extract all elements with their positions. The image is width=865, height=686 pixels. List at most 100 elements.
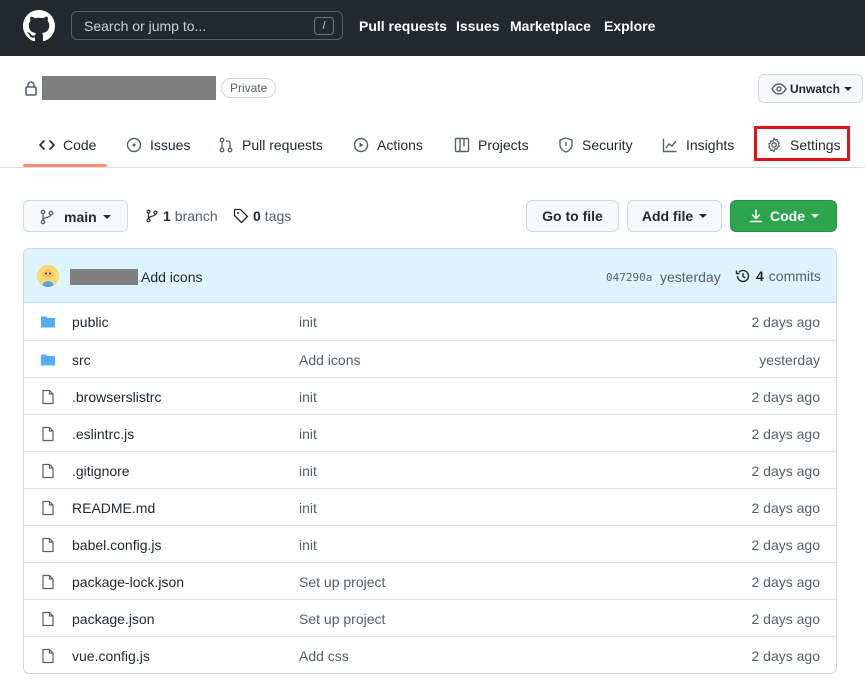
tag-count: 0 bbox=[253, 208, 261, 224]
file-browser: Add icons 047290a yesterday 4 commits pu… bbox=[23, 248, 837, 674]
file-name[interactable]: .gitignore bbox=[72, 463, 130, 479]
file-name[interactable]: package.json bbox=[72, 611, 155, 627]
avatar[interactable] bbox=[37, 265, 59, 287]
tab-issues[interactable]: Issues bbox=[126, 122, 190, 168]
file-commit-message[interactable]: init bbox=[299, 389, 317, 405]
tab-label: Projects bbox=[478, 137, 529, 153]
chevron-down-icon bbox=[811, 214, 819, 218]
file-age: 2 days ago bbox=[751, 500, 821, 516]
file-row[interactable]: README.md init 2 days ago bbox=[24, 488, 836, 525]
file-row[interactable]: package.json Set up project 2 days ago bbox=[24, 599, 836, 636]
file-row[interactable]: package-lock.json Set up project 2 days ag… bbox=[24, 562, 836, 599]
file-commit-message[interactable]: Add css bbox=[299, 648, 349, 664]
unwatch-label: Unwatch bbox=[790, 82, 841, 96]
selected-tab-indicator bbox=[23, 164, 107, 167]
code-download-button[interactable]: Code bbox=[730, 200, 837, 232]
github-logo-icon[interactable] bbox=[23, 10, 55, 42]
search-input[interactable]: Search or jump to... / bbox=[71, 11, 343, 40]
file-row[interactable]: .eslintrc.js init 2 days ago bbox=[24, 414, 836, 451]
commit-message[interactable]: Add icons bbox=[141, 269, 202, 285]
file-age: 2 days ago bbox=[751, 314, 821, 330]
nav-pull-requests[interactable]: Pull requests bbox=[359, 18, 447, 34]
file-name[interactable]: package-lock.json bbox=[72, 574, 184, 590]
latest-commit-bar: Add icons 047290a yesterday 4 commits bbox=[24, 249, 836, 303]
file-commit-message[interactable]: init bbox=[299, 426, 317, 442]
folder-icon bbox=[41, 354, 55, 366]
tags-link[interactable]: 0 tags bbox=[233, 208, 291, 224]
file-icon bbox=[42, 648, 54, 664]
file-name[interactable]: README.md bbox=[72, 500, 155, 516]
file-icon bbox=[42, 611, 54, 627]
nav-marketplace[interactable]: Marketplace bbox=[510, 18, 591, 34]
git-pull-request-icon bbox=[219, 137, 233, 153]
git-branch-icon bbox=[40, 209, 54, 225]
file-commit-message[interactable]: init bbox=[299, 500, 317, 516]
go-to-file-label: Go to file bbox=[542, 208, 603, 224]
code-button-label: Code bbox=[770, 208, 805, 224]
file-age: 2 days ago bbox=[751, 389, 821, 405]
file-name[interactable]: public bbox=[72, 314, 109, 330]
avatar-image bbox=[37, 265, 59, 287]
tag-icon bbox=[233, 208, 249, 224]
branches-link[interactable]: 1 branch bbox=[145, 208, 218, 224]
history-icon bbox=[735, 269, 750, 283]
file-name[interactable]: vue.config.js bbox=[72, 648, 150, 664]
code-icon bbox=[39, 140, 55, 150]
file-commit-message[interactable]: init bbox=[299, 537, 317, 553]
tab-label: Security bbox=[582, 137, 633, 153]
table-icon bbox=[454, 137, 470, 153]
tab-pull-requests[interactable]: Pull requests bbox=[218, 122, 323, 168]
tag-word: tags bbox=[264, 208, 292, 224]
tab-insights[interactable]: Insights bbox=[662, 122, 734, 168]
file-age: 2 days ago bbox=[751, 537, 821, 553]
file-commit-message[interactable]: Add icons bbox=[299, 352, 360, 368]
tab-label: Issues bbox=[150, 137, 191, 153]
file-row[interactable]: .browserslistrc init 2 days ago bbox=[24, 377, 836, 414]
tab-actions[interactable]: Actions bbox=[353, 122, 423, 168]
file-name[interactable]: .browserslistrc bbox=[72, 389, 161, 405]
repo-name-redacted[interactable] bbox=[42, 76, 216, 100]
file-commit-message[interactable]: Set up project bbox=[299, 611, 385, 627]
file-name[interactable]: .eslintrc.js bbox=[72, 426, 134, 442]
commit-sha[interactable]: 047290a bbox=[606, 271, 652, 284]
file-age: 2 days ago bbox=[751, 426, 821, 442]
tab-code[interactable]: Code bbox=[39, 122, 96, 168]
folder-icon bbox=[41, 316, 55, 328]
git-branch-icon bbox=[146, 209, 158, 223]
branch-selector-button[interactable]: main bbox=[23, 200, 128, 232]
commit-count: 4 bbox=[756, 268, 764, 284]
file-icon bbox=[42, 389, 54, 405]
file-age: 2 days ago bbox=[751, 574, 821, 590]
add-file-label: Add file bbox=[641, 208, 694, 224]
tab-label: Insights bbox=[686, 137, 735, 153]
commits-link[interactable]: 4 commits bbox=[735, 268, 821, 284]
file-icon bbox=[42, 537, 54, 553]
global-header: Search or jump to... / Pull requests Iss… bbox=[0, 0, 865, 56]
file-commit-message[interactable]: init bbox=[299, 314, 317, 330]
file-name[interactable]: babel.config.js bbox=[72, 537, 162, 553]
file-icon bbox=[42, 426, 54, 442]
repo-tabs: Code Issues Pull requests Actions Projec… bbox=[0, 122, 865, 168]
unwatch-button[interactable]: Unwatch bbox=[758, 74, 863, 103]
add-file-button[interactable]: Add file bbox=[627, 200, 722, 232]
file-age: yesterday bbox=[759, 352, 820, 368]
file-row[interactable]: public init 2 days ago bbox=[24, 303, 836, 340]
download-icon bbox=[749, 209, 763, 223]
file-row[interactable]: babel.config.js init 2 days ago bbox=[24, 525, 836, 562]
visibility-badge: Private bbox=[221, 78, 277, 98]
commit-author-redacted[interactable] bbox=[70, 269, 138, 285]
file-icon bbox=[42, 463, 54, 479]
tab-label: Code bbox=[63, 137, 97, 153]
file-row[interactable]: vue.config.js Add css 2 days ago bbox=[24, 636, 836, 673]
go-to-file-button[interactable]: Go to file bbox=[526, 200, 619, 232]
commit-word: commits bbox=[768, 268, 821, 284]
file-commit-message[interactable]: Set up project bbox=[299, 574, 385, 590]
file-row[interactable]: .gitignore init 2 days ago bbox=[24, 451, 836, 488]
file-name[interactable]: src bbox=[72, 352, 91, 368]
file-commit-message[interactable]: init bbox=[299, 463, 317, 479]
tab-projects[interactable]: Projects bbox=[454, 122, 529, 168]
tab-security[interactable]: Security bbox=[558, 122, 633, 168]
nav-explore[interactable]: Explore bbox=[604, 18, 655, 34]
nav-issues[interactable]: Issues bbox=[456, 18, 500, 34]
file-row[interactable]: src Add icons yesterday bbox=[24, 340, 836, 377]
